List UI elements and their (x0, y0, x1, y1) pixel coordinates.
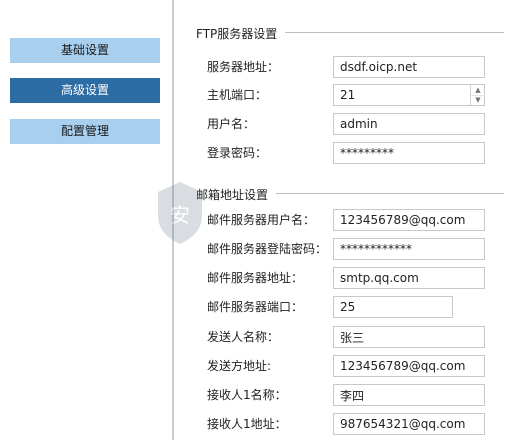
spin-down-icon[interactable]: ▼ (471, 95, 485, 105)
sender-name-input[interactable] (333, 326, 485, 348)
receiver1-address-label: 接收人1地址： (207, 417, 287, 431)
ftp-password-input[interactable] (333, 142, 485, 164)
ftp-address-label: 服务器地址： (207, 60, 280, 74)
mail-server-password-label: 邮件服务器登陆密码： (207, 242, 328, 256)
sender-address-label: 发送方地址: (207, 359, 272, 373)
sidebar: 基础设置 高级设置 配置管理 (0, 0, 170, 440)
mail-server-address-label: 邮件服务器地址： (207, 271, 304, 285)
ftp-port-label: 主机端口： (207, 88, 268, 102)
panel-divider (172, 0, 174, 440)
ftp-section-title: FTP服务器设置 (196, 25, 286, 42)
mail-server-port-input[interactable] (333, 296, 453, 318)
mail-server-password-input[interactable] (333, 238, 485, 260)
ftp-password-label: 登录密码： (207, 146, 268, 160)
ftp-port-input[interactable] (333, 84, 485, 106)
nav-basic-settings[interactable]: 基础设置 (10, 38, 160, 63)
mail-section-title: 邮箱地址设置 (196, 186, 277, 203)
mail-server-user-label: 邮件服务器用户名： (207, 213, 316, 227)
sender-address-input[interactable] (333, 355, 485, 377)
mail-server-address-input[interactable] (333, 267, 485, 289)
receiver1-name-label: 接收人1名称： (207, 388, 287, 402)
receiver1-name-input[interactable] (333, 384, 485, 406)
ftp-user-label: 用户名： (207, 117, 256, 131)
mail-server-user-input[interactable] (333, 209, 485, 231)
receiver1-address-input[interactable] (333, 413, 485, 435)
ftp-user-input[interactable] (333, 113, 485, 135)
sender-name-label: 发送人名称： (207, 330, 280, 344)
nav-config-management[interactable]: 配置管理 (10, 119, 160, 144)
ftp-address-input[interactable] (333, 56, 485, 78)
mail-server-port-label: 邮件服务器端口： (207, 300, 304, 314)
nav-advanced-settings[interactable]: 高级设置 (10, 78, 160, 103)
ftp-port-spinner: ▲ ▼ (470, 85, 485, 105)
